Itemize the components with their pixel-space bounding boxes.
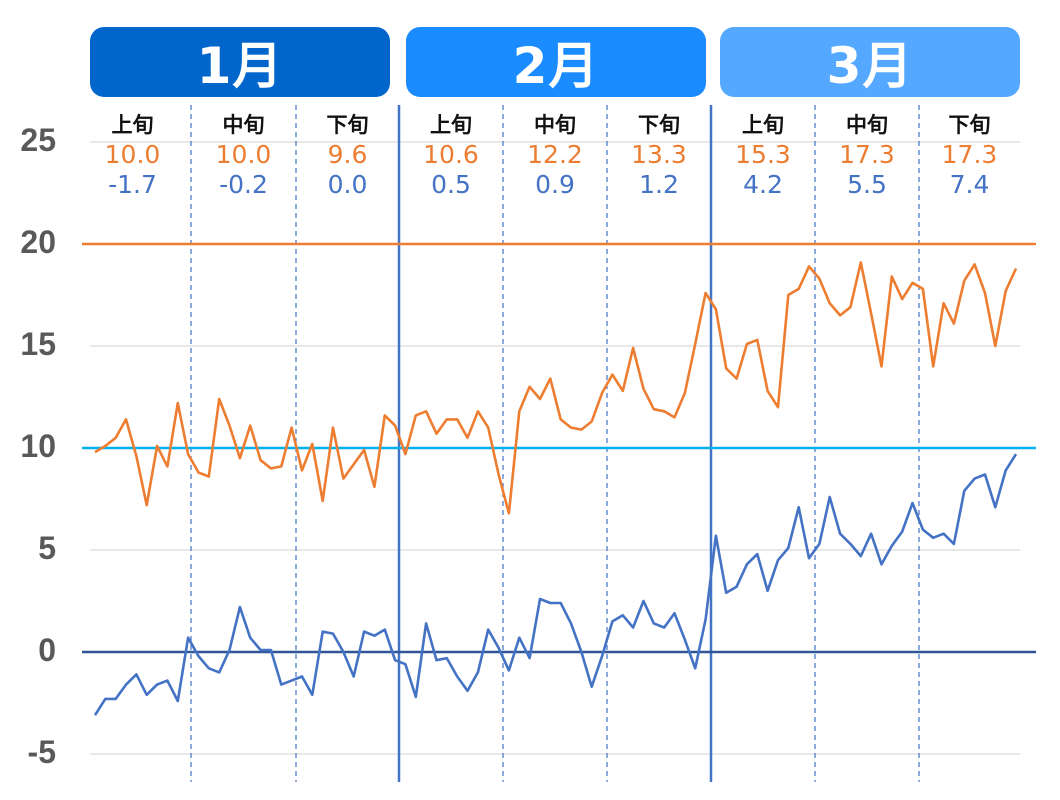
max-temperature-line [94,261,1018,515]
temperature-chart [82,105,1036,782]
min-temperature-line [93,453,1018,716]
series-lines [93,261,1018,716]
reference-lines [82,242,1036,654]
period-dividers [190,105,920,782]
